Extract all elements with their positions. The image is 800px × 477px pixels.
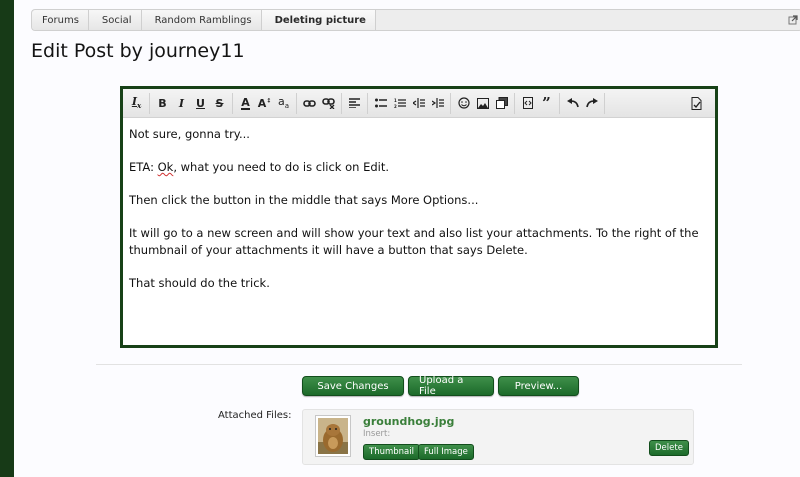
- save-changes-button[interactable]: Save Changes: [302, 376, 404, 396]
- toggle-bbcode-icon[interactable]: [687, 94, 706, 113]
- font-size-icon[interactable]: A↕: [255, 94, 274, 113]
- rich-text-editor[interactable]: Ix B I U S A A↕ aa 1 2 ” Not sure, gonna…: [120, 86, 718, 348]
- outdent-icon[interactable]: [409, 94, 428, 113]
- attachment-item: groundhog.jpg Insert: Thumbnail Full Ima…: [302, 409, 694, 465]
- post-paragraph: It will go to a new screen and will show…: [129, 226, 699, 257]
- delete-attachment-button[interactable]: Delete: [649, 440, 689, 456]
- spellcheck-word: Ok: [157, 160, 174, 174]
- italic-icon[interactable]: I: [172, 94, 191, 113]
- editor-content[interactable]: Not sure, gonna try... ETA: Ok, what you…: [123, 118, 715, 291]
- numbered-list-icon[interactable]: 12: [390, 94, 409, 113]
- font-family-icon[interactable]: aa: [274, 94, 293, 113]
- breadcrumb-item-social[interactable]: Social: [88, 10, 142, 30]
- post-paragraph-eta: ETA: Ok, what you need to do is click on…: [129, 159, 709, 176]
- remove-format-icon[interactable]: Ix: [127, 94, 146, 113]
- upload-file-button[interactable]: Upload a File: [408, 375, 494, 397]
- text-color-icon[interactable]: A: [236, 94, 255, 113]
- editor-toolbar: Ix B I U S A A↕ aa 1 2 ”: [123, 89, 715, 118]
- post-paragraph: Then click the button in the middle that…: [129, 193, 479, 207]
- groundhog-image: [318, 418, 348, 454]
- media-icon[interactable]: [492, 94, 511, 113]
- divider: [96, 364, 742, 365]
- external-link-icon[interactable]: [788, 15, 798, 25]
- action-buttons: Save Changes Upload a File Preview...: [302, 375, 579, 397]
- bold-icon[interactable]: B: [153, 94, 172, 113]
- unlink-icon[interactable]: [319, 94, 338, 113]
- post-paragraph: Not sure, gonna try...: [129, 127, 250, 141]
- insert-label: Insert:: [363, 429, 391, 439]
- breadcrumb-label: Social: [101, 14, 132, 26]
- attached-files-label: Attached Files:: [218, 410, 292, 421]
- breadcrumb-item-forums[interactable]: Forums: [32, 10, 89, 30]
- image-icon[interactable]: [473, 94, 492, 113]
- breadcrumb: Forums Social Random Ramblings Deleting …: [31, 9, 800, 31]
- redo-icon[interactable]: [582, 94, 601, 113]
- attachment-thumbnail[interactable]: [315, 415, 351, 457]
- eta-rest: , what you need to do is click on Edit.: [173, 160, 389, 174]
- code-icon[interactable]: [518, 94, 537, 113]
- strikethrough-icon[interactable]: S: [210, 94, 229, 113]
- link-icon[interactable]: [300, 94, 319, 113]
- page-title: Edit Post by journey11: [31, 40, 245, 62]
- left-border-bar: [0, 0, 14, 477]
- svg-text:2: 2: [394, 104, 397, 108]
- eta-prefix: ETA:: [129, 160, 158, 174]
- undo-icon[interactable]: [563, 94, 582, 113]
- svg-text:1: 1: [394, 98, 397, 103]
- page-content: Forums Social Random Ramblings Deleting …: [14, 0, 800, 477]
- insert-full-image-button[interactable]: Full Image: [418, 444, 474, 460]
- attachment-filename-link[interactable]: groundhog.jpg: [363, 415, 454, 428]
- breadcrumb-label: Deleting picture: [274, 14, 366, 26]
- breadcrumb-item-random-ramblings[interactable]: Random Ramblings: [141, 10, 262, 30]
- indent-icon[interactable]: [428, 94, 447, 113]
- smiley-icon[interactable]: [454, 94, 473, 113]
- breadcrumb-label: Forums: [42, 14, 79, 26]
- bullet-list-icon[interactable]: [371, 94, 390, 113]
- preview-button[interactable]: Preview...: [498, 376, 579, 396]
- post-paragraph: That should do the trick.: [129, 275, 270, 290]
- insert-thumbnail-button[interactable]: Thumbnail: [363, 444, 420, 460]
- breadcrumb-label: Random Ramblings: [154, 14, 252, 26]
- quote-icon[interactable]: ”: [537, 94, 556, 113]
- breadcrumb-item-current: Deleting picture: [261, 10, 376, 30]
- align-icon[interactable]: [345, 94, 364, 113]
- underline-icon[interactable]: U: [191, 94, 210, 113]
